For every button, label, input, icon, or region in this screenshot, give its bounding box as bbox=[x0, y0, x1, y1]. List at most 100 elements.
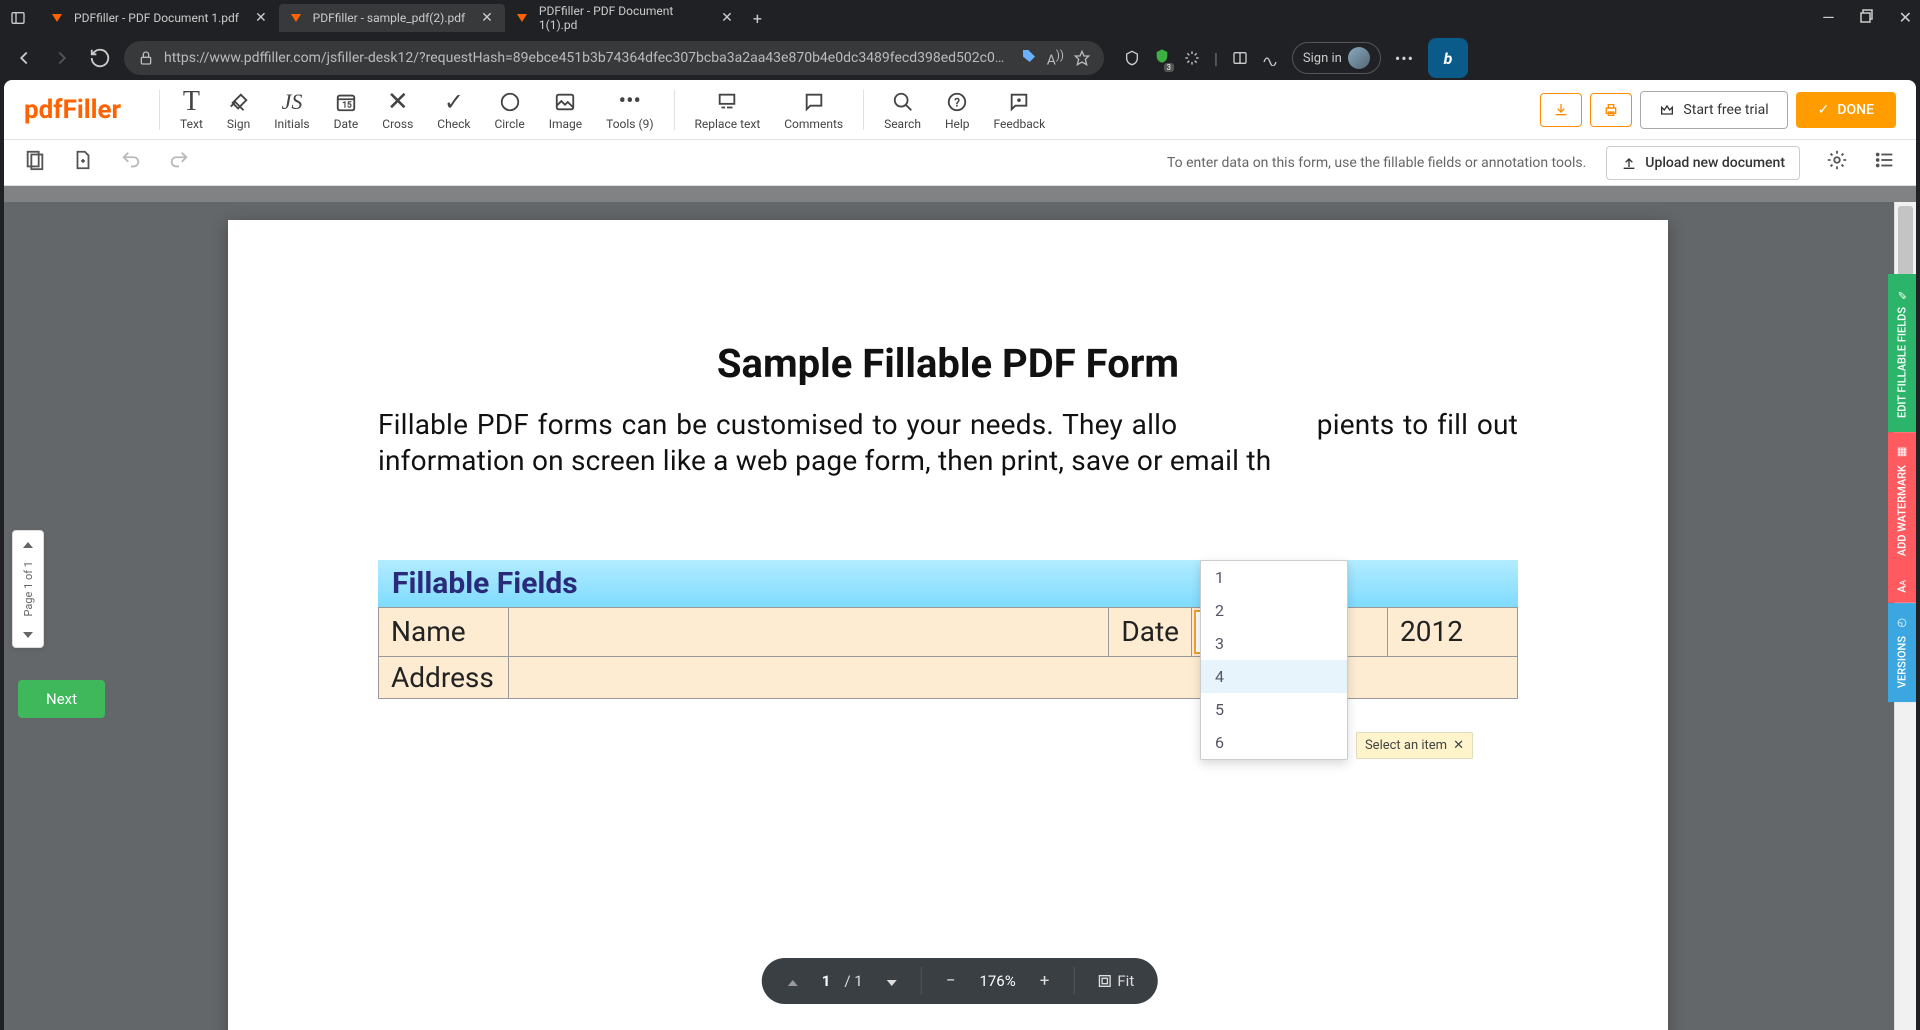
add-watermark-rail-button[interactable]: ADD WATERMARK ▦ bbox=[1888, 432, 1916, 570]
fit-button[interactable]: Fit bbox=[1088, 970, 1142, 992]
close-icon[interactable]: ✕ bbox=[481, 10, 493, 26]
search-button[interactable]: Search bbox=[872, 85, 933, 135]
next-field-button[interactable]: Next bbox=[18, 680, 105, 718]
browser-tab[interactable]: PDFfiller - PDF Document 1.pdf ✕ bbox=[40, 4, 279, 32]
dropdown-option[interactable]: 5 bbox=[1201, 693, 1347, 726]
zoom-in-button[interactable]: + bbox=[1030, 969, 1060, 993]
adblock-icon[interactable]: 3 bbox=[1154, 48, 1170, 68]
calendar-icon: 15 bbox=[335, 89, 357, 115]
favorite-icon[interactable] bbox=[1074, 50, 1090, 66]
dropdown-list[interactable]: 123456 bbox=[1201, 561, 1347, 759]
edit-tools: Replace text Comments bbox=[683, 85, 856, 135]
replace-text-button[interactable]: Replace text bbox=[683, 85, 773, 135]
performance-icon[interactable] bbox=[1262, 50, 1278, 66]
add-document-button[interactable] bbox=[66, 143, 100, 182]
current-page-number[interactable]: 1 bbox=[822, 972, 831, 990]
bing-icon[interactable]: b bbox=[1428, 38, 1468, 78]
text-tool-button[interactable]: TText bbox=[168, 85, 215, 135]
select-tooltip: Select an item ✕ bbox=[1356, 732, 1473, 759]
pdffiller-logo[interactable]: pdfFiller bbox=[24, 95, 121, 125]
dropdown-option[interactable]: 1 bbox=[1201, 561, 1347, 594]
help-button[interactable]: ?Help bbox=[933, 85, 982, 135]
reader-icon[interactable]: A)) bbox=[1047, 48, 1064, 69]
url-field[interactable]: https://www.pdffiller.com/jsfiller-desk1… bbox=[124, 41, 1104, 75]
dropdown-option[interactable]: 6 bbox=[1201, 726, 1347, 759]
initials-tool-button[interactable]: JSInitials bbox=[262, 85, 321, 135]
undo-button[interactable] bbox=[114, 143, 148, 182]
next-page-button[interactable] bbox=[23, 627, 33, 641]
replace-icon bbox=[716, 89, 738, 115]
refresh-button[interactable] bbox=[86, 44, 114, 72]
fit-icon bbox=[1096, 973, 1112, 989]
settings-button[interactable] bbox=[1820, 143, 1854, 182]
print-button[interactable] bbox=[1590, 93, 1632, 127]
document-tab-name: sample_pdf(2).pdf bbox=[14, 186, 163, 187]
name-field[interactable] bbox=[509, 607, 1109, 656]
sign-in-button[interactable]: Sign in bbox=[1292, 42, 1381, 74]
close-window-icon[interactable]: ✕ bbox=[1899, 8, 1912, 28]
pdffiller-favicon-icon bbox=[291, 14, 301, 22]
edit-fields-rail-button[interactable]: EDIT FILLABLE FIELDS ✎ bbox=[1888, 274, 1916, 432]
dropdown-option[interactable]: 3 bbox=[1201, 627, 1347, 660]
start-trial-button[interactable]: Start free trial bbox=[1640, 91, 1787, 129]
feedback-button[interactable]: Feedback bbox=[982, 85, 1058, 135]
extensions-icon[interactable] bbox=[1184, 50, 1200, 66]
sign-tool-button[interactable]: Sign bbox=[215, 85, 262, 135]
list-toggle-button[interactable] bbox=[1868, 143, 1902, 182]
cross-tool-button[interactable]: ✕Cross bbox=[370, 85, 425, 135]
pages-panel-button[interactable] bbox=[18, 143, 52, 182]
tools-more-button[interactable]: •••Tools (9) bbox=[594, 85, 665, 135]
circle-tool-button[interactable]: Circle bbox=[482, 85, 536, 135]
overflow-menu-icon[interactable]: ••• bbox=[1395, 49, 1414, 68]
redo-button[interactable] bbox=[162, 143, 196, 182]
annotation-tools: TText Sign JSInitials 15Date ✕Cross ✓Che… bbox=[168, 85, 665, 135]
collections-icon[interactable] bbox=[1232, 50, 1248, 66]
page-down-button[interactable] bbox=[877, 969, 907, 993]
add-doc-tab-button[interactable]: + bbox=[734, 186, 746, 193]
hint-text: To enter data on this form, use the fill… bbox=[1167, 155, 1586, 171]
comments-button[interactable]: Comments bbox=[772, 85, 855, 135]
tag-icon[interactable] bbox=[1021, 48, 1037, 68]
doc-tab-more-icon[interactable]: ••• bbox=[1828, 186, 1856, 197]
maximize-icon[interactable] bbox=[1859, 8, 1875, 28]
text-style-icon: Aᴀ bbox=[1896, 580, 1909, 593]
download-button[interactable] bbox=[1540, 93, 1582, 127]
shield-icon[interactable] bbox=[1124, 50, 1140, 66]
upload-document-button[interactable]: Upload new document bbox=[1606, 146, 1800, 180]
close-tooltip-icon[interactable]: ✕ bbox=[1453, 738, 1464, 753]
address-field[interactable] bbox=[509, 656, 1518, 698]
check-icon: ✓ bbox=[1818, 102, 1830, 118]
tab-title: PDFfiller - PDF Document 1(1).pd bbox=[539, 4, 705, 32]
app-container: pdfFiller TText Sign JSInitials 15Date ✕… bbox=[4, 80, 1916, 1030]
lock-icon bbox=[138, 50, 154, 66]
ellipsis-icon: ••• bbox=[619, 89, 641, 115]
watermark-icon: ▦ bbox=[1896, 446, 1909, 459]
versions-rail-button[interactable]: VERSIONS ◷ bbox=[1888, 603, 1916, 702]
page-up-button[interactable] bbox=[778, 969, 808, 993]
new-tab-button[interactable]: + bbox=[745, 5, 770, 32]
dropdown-option[interactable]: 4 bbox=[1201, 660, 1347, 693]
close-icon[interactable]: ✕ bbox=[255, 10, 267, 26]
done-button[interactable]: ✓ DONE bbox=[1796, 92, 1896, 128]
dropdown-option[interactable]: 2 bbox=[1201, 594, 1347, 627]
close-icon[interactable]: ✕ bbox=[721, 10, 733, 26]
minimize-icon[interactable]: — bbox=[1822, 8, 1835, 28]
zoom-out-button[interactable]: − bbox=[936, 969, 966, 993]
document-scroll-area[interactable]: Sample Fillable PDF Form Fillable PDF fo… bbox=[4, 202, 1892, 1030]
svg-text:?: ? bbox=[954, 95, 960, 109]
date-tool-button[interactable]: 15Date bbox=[322, 85, 371, 135]
upload-icon bbox=[1621, 155, 1637, 171]
tab-panel-icon[interactable] bbox=[8, 8, 28, 28]
browser-tab-active[interactable]: PDFfiller - sample_pdf(2).pdf ✕ bbox=[279, 4, 505, 32]
year-field[interactable]: 2012 bbox=[1388, 607, 1518, 656]
forward-button[interactable] bbox=[48, 44, 76, 72]
crown-icon bbox=[1659, 102, 1675, 118]
app-toolbar: pdfFiller TText Sign JSInitials 15Date ✕… bbox=[4, 80, 1916, 140]
check-tool-button[interactable]: ✓Check bbox=[425, 85, 482, 135]
browser-tab[interactable]: PDFfiller - PDF Document 1(1).pd ✕ bbox=[505, 0, 745, 38]
watermark-extra-rail-button[interactable]: Aᴀ bbox=[1888, 570, 1916, 603]
image-tool-button[interactable]: Image bbox=[537, 85, 594, 135]
prev-page-button[interactable] bbox=[23, 537, 33, 551]
back-button[interactable] bbox=[10, 44, 38, 72]
comment-icon bbox=[803, 89, 825, 115]
